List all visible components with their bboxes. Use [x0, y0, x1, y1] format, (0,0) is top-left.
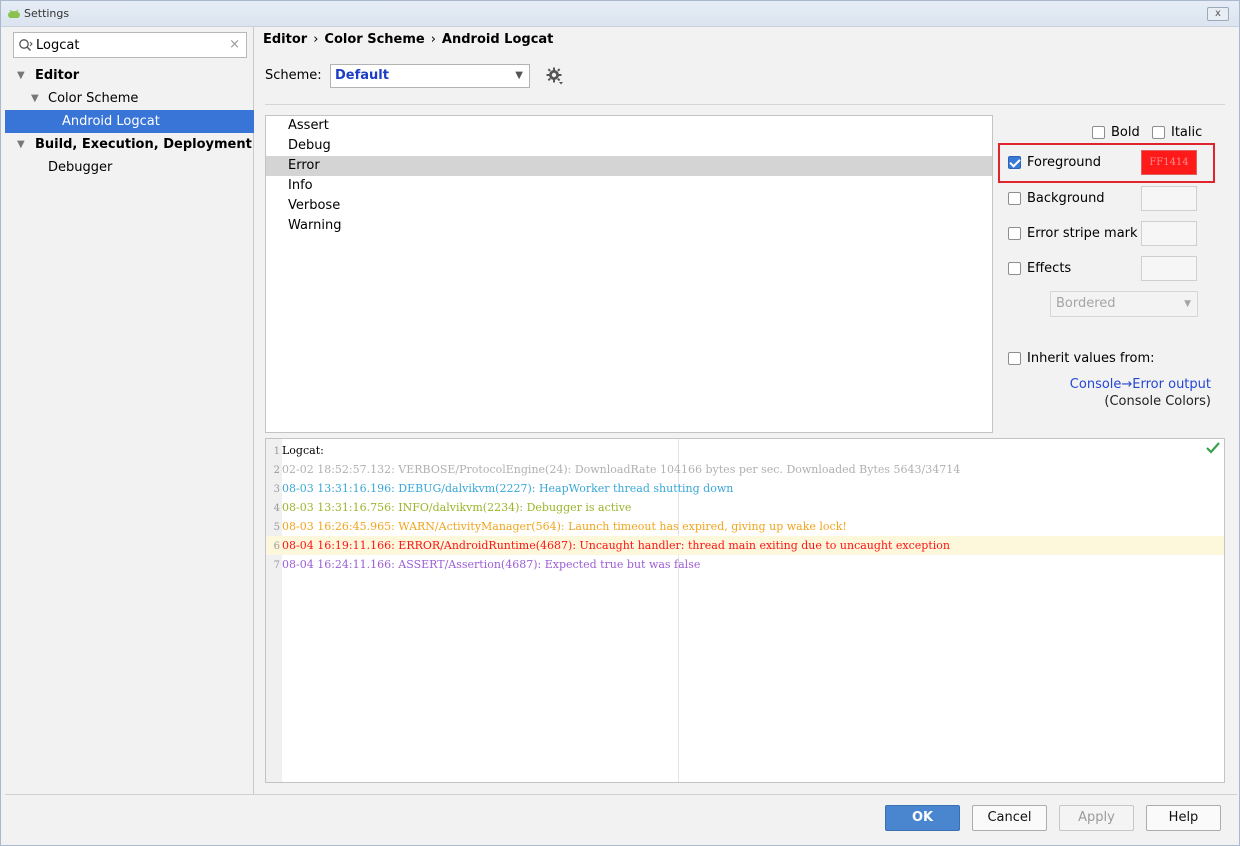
attribute-item[interactable]: Debug [266, 136, 992, 156]
tree-item-debugger[interactable]: Debugger [5, 156, 254, 179]
breadcrumb: Editor › Color Scheme › Android Logcat [263, 32, 553, 47]
search-input[interactable] [36, 35, 221, 55]
inherit-option[interactable]: Inherit values from: [1008, 351, 1155, 366]
tree-item-label: Color Scheme [48, 91, 139, 106]
search-box[interactable]: × [13, 32, 247, 58]
effects-label: Effects [1027, 261, 1072, 276]
expand-arrow-icon[interactable]: ▼ [31, 87, 39, 110]
italic-option[interactable]: Italic [1152, 125, 1202, 140]
cancel-button[interactable]: Cancel [972, 805, 1047, 831]
background-checkbox[interactable] [1008, 192, 1021, 205]
effects-type-dropdown[interactable]: Bordered ▼ [1050, 291, 1198, 317]
code-line: 5 08-03 16:26:45.965: WARN/ActivityManage… [266, 517, 1224, 536]
settings-sidebar: × ▼ Editor ▼ Color Scheme Android Logcat… [5, 27, 254, 794]
inherit-source-scheme: (Console Colors) [1104, 394, 1211, 409]
line-number: 1 [273, 446, 280, 457]
settings-tree: ▼ Editor ▼ Color Scheme Android Logcat ▼… [5, 64, 254, 179]
code-text: 08-03 13:31:16.196: DEBUG/dalvikvm(2227)… [282, 482, 734, 495]
effects-type-value: Bordered [1056, 296, 1116, 311]
line-number: 7 [273, 560, 280, 571]
window-title: Settings [24, 7, 70, 20]
code-line: 2 02-02 18:52:57.132: VERBOSE/ProtocolEng… [266, 460, 1224, 479]
tree-item-build[interactable]: ▼ Build, Execution, Deployment [5, 133, 254, 156]
apply-button[interactable]: Apply [1059, 805, 1134, 831]
line-number: 4 [273, 503, 280, 514]
ok-button[interactable]: OK [885, 805, 960, 831]
tree-item-color-scheme[interactable]: ▼ Color Scheme [5, 87, 254, 110]
inherit-checkbox[interactable] [1008, 352, 1021, 365]
tree-item-label: Editor [35, 68, 80, 83]
code-text: 08-03 13:31:16.756: INFO/dalvikvm(2234):… [282, 501, 632, 514]
error-stripe-label: Error stripe mark [1027, 226, 1138, 241]
background-label: Background [1027, 191, 1105, 206]
code-text: 02-02 18:52:57.132: VERBOSE/ProtocolEngi… [282, 463, 961, 476]
background-option[interactable]: Background [1008, 191, 1105, 206]
code-line: 7 08-04 16:24:11.166: ASSERT/Assertion(46… [266, 555, 1224, 574]
code-text: 08-04 16:24:11.166: ASSERT/Assertion(468… [282, 558, 701, 571]
attribute-list[interactable]: Assert Debug Error Info Verbose Warning [265, 115, 993, 433]
breadcrumb-android-logcat: Android Logcat [441, 32, 554, 47]
error-stripe-option[interactable]: Error stripe mark [1008, 226, 1138, 241]
code-text: Logcat: [282, 444, 324, 457]
line-number: 6 [273, 541, 280, 552]
expand-arrow-icon[interactable]: ▼ [17, 64, 25, 87]
gear-icon[interactable] [546, 67, 564, 85]
tree-item-label: Build, Execution, Deployment [35, 137, 252, 152]
code-line: 3 08-03 13:31:16.196: DEBUG/dalvikvm(2227… [266, 479, 1224, 498]
code-line: 6 08-04 16:19:11.166: ERROR/AndroidRuntim… [266, 536, 1224, 555]
tree-item-label: Android Logcat [62, 114, 160, 129]
breadcrumb-separator: › [430, 32, 436, 47]
breadcrumb-color-scheme: Color Scheme [324, 32, 425, 47]
chevron-down-icon: ▼ [515, 70, 523, 81]
inherit-source-link[interactable]: Console→Error output [1070, 377, 1211, 392]
bold-checkbox[interactable] [1092, 126, 1105, 139]
attribute-item[interactable]: Verbose [266, 196, 992, 216]
android-studio-icon [8, 9, 20, 18]
divider [5, 794, 1237, 795]
close-window-button[interactable]: x [1207, 7, 1229, 21]
bold-option[interactable]: Bold [1092, 125, 1140, 140]
attribute-item[interactable]: Warning [266, 216, 992, 236]
italic-label: Italic [1171, 125, 1203, 140]
clear-search-icon[interactable]: × [229, 37, 240, 52]
chevron-down-icon: ▼ [1184, 299, 1191, 309]
background-color-swatch[interactable] [1141, 186, 1197, 211]
attribute-item[interactable]: Assert [266, 116, 992, 136]
line-number: 3 [273, 484, 280, 495]
highlight-annotation [998, 143, 1215, 183]
expand-arrow-icon[interactable]: ▼ [17, 133, 25, 156]
italic-checkbox[interactable] [1152, 126, 1165, 139]
tree-item-editor[interactable]: ▼ Editor [5, 64, 254, 87]
breadcrumb-editor: Editor [263, 32, 308, 47]
attribute-item-selected[interactable]: Error [266, 156, 992, 176]
breadcrumb-separator: › [313, 32, 319, 47]
tree-item-android-logcat[interactable]: Android Logcat [5, 110, 254, 133]
tree-item-label: Debugger [48, 160, 113, 175]
code-line: 1 Logcat: [266, 441, 1224, 460]
help-button[interactable]: Help [1146, 805, 1221, 831]
effects-option[interactable]: Effects [1008, 261, 1071, 276]
code-text: 08-04 16:19:11.166: ERROR/AndroidRuntime… [282, 539, 950, 552]
scheme-dropdown[interactable]: Default ▼ [330, 64, 530, 88]
line-number: 5 [273, 522, 280, 533]
code-text: 08-03 16:26:45.965: WARN/ActivityManager… [282, 520, 847, 533]
line-number: 2 [273, 465, 280, 476]
error-stripe-color-swatch[interactable] [1141, 221, 1197, 246]
bold-label: Bold [1111, 125, 1140, 140]
scheme-label: Scheme: [265, 68, 322, 83]
code-line: 4 08-03 13:31:16.756: INFO/dalvikvm(2234)… [266, 498, 1224, 517]
error-stripe-checkbox[interactable] [1008, 227, 1021, 240]
divider [265, 104, 1225, 105]
attribute-item[interactable]: Info [266, 176, 992, 196]
title-bar: Settings x [1, 1, 1239, 27]
inherit-label: Inherit values from: [1027, 351, 1155, 366]
effects-checkbox[interactable] [1008, 262, 1021, 275]
search-icon [19, 39, 33, 51]
preview-editor[interactable]: 1 Logcat: 2 02-02 18:52:57.132: VERBOSE/Pro… [265, 438, 1225, 783]
scheme-value: Default [335, 68, 389, 83]
effects-color-swatch[interactable] [1141, 256, 1197, 281]
settings-window: Settings x × ▼ Editor ▼ Color Scheme And… [0, 0, 1240, 846]
